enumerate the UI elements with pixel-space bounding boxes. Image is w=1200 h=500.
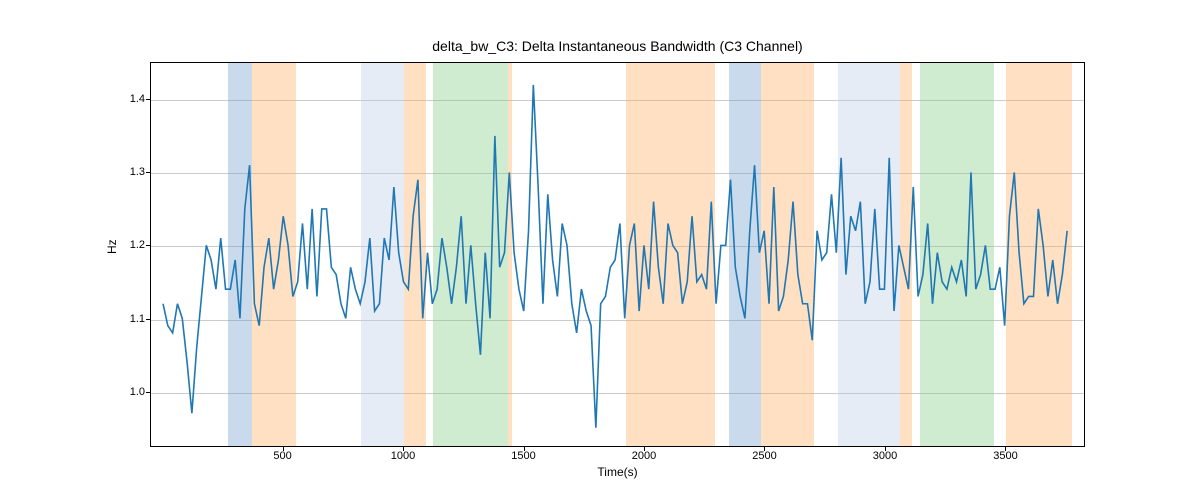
x-tick-label: 3500 <box>993 450 1017 462</box>
y-axis-label: Hz <box>105 239 119 254</box>
x-axis-label: Time(s) <box>150 465 1085 479</box>
x-tick-label: 500 <box>273 450 291 462</box>
y-tick-label: 1.1 <box>130 313 145 325</box>
tick-mark <box>146 392 150 393</box>
x-tick-label: 2000 <box>632 450 656 462</box>
y-tick-label: 1.4 <box>130 93 145 105</box>
chart-container <box>150 62 1085 447</box>
tick-mark <box>1005 447 1006 451</box>
y-tick-label: 1.3 <box>130 166 145 178</box>
chart-title: delta_bw_C3: Delta Instantaneous Bandwid… <box>150 38 1085 54</box>
x-tick-label: 1500 <box>511 450 535 462</box>
plot-area <box>150 62 1085 447</box>
tick-mark <box>283 447 284 451</box>
tick-mark <box>146 319 150 320</box>
y-tick-label: 1.2 <box>130 239 145 251</box>
tick-mark <box>403 447 404 451</box>
tick-mark <box>524 447 525 451</box>
line-series <box>151 63 1084 446</box>
tick-mark <box>146 99 150 100</box>
x-tick-label: 1000 <box>391 450 415 462</box>
tick-mark <box>644 447 645 451</box>
tick-mark <box>764 447 765 451</box>
x-tick-label: 3000 <box>873 450 897 462</box>
tick-mark <box>146 172 150 173</box>
tick-mark <box>146 245 150 246</box>
y-tick-label: 1.0 <box>130 386 145 398</box>
tick-mark <box>885 447 886 451</box>
x-tick-label: 2500 <box>752 450 776 462</box>
